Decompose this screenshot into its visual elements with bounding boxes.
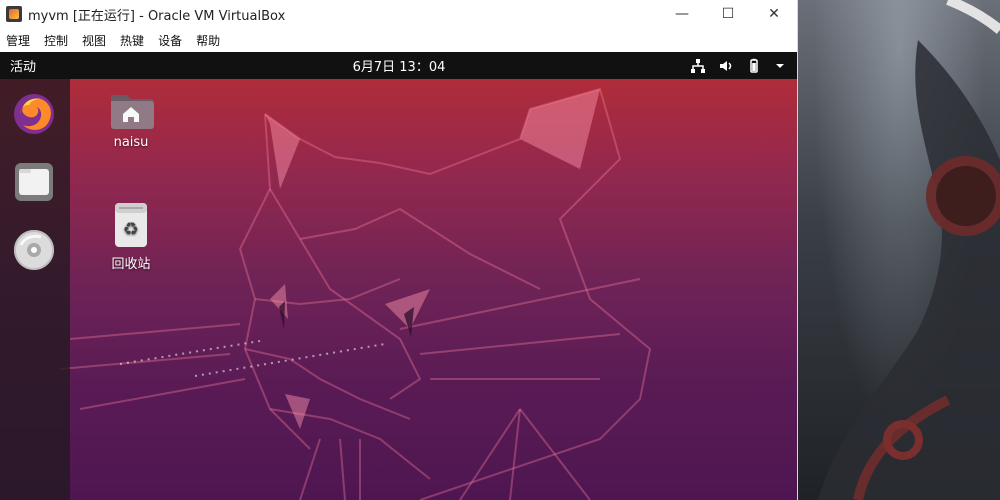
minimize-button[interactable]: — bbox=[659, 0, 705, 28]
ubuntu-wallpaper: naisu ♻ 回收站 bbox=[0, 79, 797, 500]
menu-item-help[interactable]: 帮助 bbox=[196, 32, 220, 49]
desktop-icon-home[interactable]: naisu bbox=[99, 89, 163, 150]
desktop-icon-label: naisu bbox=[113, 135, 149, 150]
menu-item-manage[interactable]: 管理 bbox=[6, 32, 30, 49]
window-title: myvm [正在运行] - Oracle VM VirtualBox bbox=[28, 8, 286, 24]
menu-item-devices[interactable]: 设备 bbox=[158, 32, 182, 49]
date-time[interactable]: 6月7日 13：04 bbox=[0, 56, 797, 75]
desktop-icon-trash[interactable]: ♻ 回收站 bbox=[99, 201, 163, 272]
host-desktop-background bbox=[798, 0, 1000, 500]
files-icon bbox=[15, 163, 53, 201]
menu-item-hotkeys[interactable]: 热键 bbox=[120, 32, 144, 49]
ubuntu-dock bbox=[0, 79, 70, 500]
system-tray bbox=[690, 52, 786, 79]
disc-icon bbox=[14, 230, 54, 270]
svg-text:♻: ♻ bbox=[123, 219, 139, 240]
virtualbox-app-icon bbox=[6, 6, 22, 22]
volume-icon[interactable] bbox=[718, 58, 734, 74]
dock-item-firefox[interactable] bbox=[11, 91, 57, 137]
activities-button[interactable]: 活动 bbox=[10, 56, 36, 75]
desktop-icon-label: 回收站 bbox=[111, 257, 151, 272]
window-titlebar[interactable]: myvm [正在运行] - Oracle VM VirtualBox — ☐ ✕ bbox=[0, 0, 797, 28]
battery-icon[interactable] bbox=[746, 58, 762, 74]
maximize-button[interactable]: ☐ bbox=[705, 0, 751, 28]
dock-item-files[interactable] bbox=[11, 159, 57, 205]
menu-item-control[interactable]: 控制 bbox=[44, 32, 68, 49]
trash-icon: ♻ bbox=[115, 203, 147, 247]
ubuntu-topbar: 活动 6月7日 13：04 bbox=[0, 52, 797, 79]
guest-screen[interactable]: naisu ♻ 回收站 活动 6月7日 13：04 bbox=[0, 52, 797, 500]
host-wallpaper-art-icon bbox=[818, 0, 1000, 500]
menubar: 管理 控制 视图 热键 设备 帮助 bbox=[0, 28, 797, 52]
close-button[interactable]: ✕ bbox=[751, 0, 797, 28]
chevron-down-icon[interactable] bbox=[774, 60, 786, 72]
network-icon[interactable] bbox=[690, 58, 706, 74]
menu-item-view[interactable]: 视图 bbox=[82, 32, 106, 49]
firefox-icon bbox=[14, 94, 54, 134]
dock-item-disc[interactable] bbox=[11, 227, 57, 273]
virtualbox-window: myvm [正在运行] - Oracle VM VirtualBox — ☐ ✕… bbox=[0, 0, 798, 500]
home-folder-icon bbox=[111, 95, 154, 129]
